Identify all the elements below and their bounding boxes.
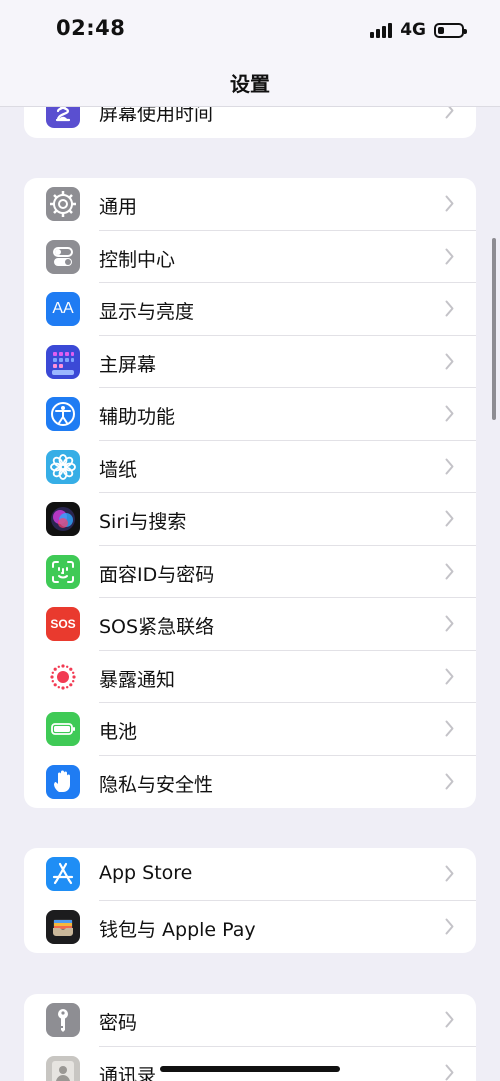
chevron-right-icon [445, 1064, 454, 1080]
settings-row-wallet[interactable]: 钱包与 Apple Pay [24, 901, 476, 954]
home-indicator[interactable] [160, 1066, 340, 1072]
chevron-right-icon [445, 865, 454, 882]
settings-row-label: 辅助功能 [99, 406, 176, 428]
chevron-right-icon [445, 668, 454, 684]
settings-row-label: 密码 [99, 1012, 138, 1034]
exposure-icon [46, 659, 80, 694]
status-indicators: 4G [370, 19, 467, 41]
settings-row-label: 通讯录 [99, 1064, 157, 1081]
accessibility-icon [46, 397, 80, 431]
toggles-icon [46, 239, 80, 274]
settings-row-emergency-sos[interactable]: SOS SOS紧急联络 [24, 598, 476, 651]
key-icon [46, 1003, 80, 1037]
settings-row-accessibility[interactable]: 辅助功能 [24, 388, 476, 441]
network-label: 4G [400, 20, 426, 40]
settings-row-label: 通用 [99, 196, 138, 218]
gear-icon [46, 187, 80, 221]
chevron-right-icon [445, 195, 454, 212]
settings-row-label: 面容ID与密码 [99, 563, 215, 586]
chevron-right-icon [445, 563, 454, 579]
flower-icon [46, 449, 80, 484]
chevron-right-icon [445, 918, 454, 934]
signal-icon [370, 22, 393, 38]
settings-row-passwords[interactable]: 密码 [24, 994, 476, 1047]
wallet-icon [46, 909, 80, 944]
settings-row-control-center[interactable]: 控制中心 [24, 231, 476, 283]
chevron-right-icon [445, 720, 454, 737]
navigation-bar: 设置 [0, 60, 500, 107]
settings-row-label: 主屏幕 [99, 353, 157, 376]
settings-row-exposure-notifications[interactable]: 暴露通知 [24, 651, 476, 703]
chevron-right-icon [445, 300, 454, 317]
settings-row-display[interactable]: AA 显示与亮度 [24, 283, 476, 336]
settings-row-contacts[interactable]: 通讯录 [24, 1047, 476, 1081]
settings-row-general[interactable]: 通用 [24, 178, 476, 231]
chevron-right-icon [445, 1011, 454, 1028]
face-id-icon [46, 554, 80, 589]
settings-row-label: SOS紧急联络 [99, 616, 215, 638]
settings-row-label: 暴露通知 [99, 668, 176, 691]
settings-row-label: 控制中心 [99, 248, 176, 271]
settings-row-siri[interactable]: Siri与搜索 [24, 493, 476, 546]
settings-row-label: 电池 [99, 721, 138, 743]
status-bar: 02:48 4G [0, 0, 500, 60]
home-grid-icon [46, 344, 80, 379]
chevron-right-icon [445, 405, 454, 422]
hand-icon [46, 764, 80, 799]
chevron-right-icon [445, 458, 454, 474]
settings-row-label: App Store [99, 862, 193, 884]
settings-row-wallpaper[interactable]: 墙纸 [24, 441, 476, 493]
battery-status-icon [434, 22, 467, 38]
sos-icon-glyph: SOS [50, 617, 76, 631]
chevron-right-icon [445, 248, 454, 264]
settings-row-label: Siri与搜索 [99, 511, 187, 533]
settings-row-app-store[interactable]: App Store [24, 848, 476, 901]
battery-icon [46, 712, 80, 746]
chevron-right-icon [445, 615, 454, 632]
settings-row-label: 显示与亮度 [99, 301, 195, 323]
settings-row-privacy[interactable]: 隐私与安全性 [24, 756, 476, 809]
page-title: 设置 [230, 72, 270, 96]
settings-group-general: 通用 控制中心 AA 显示与亮度 主屏幕 辅助功能 墙纸 Siri与搜索 面容I… [24, 178, 476, 808]
text-size-icon-glyph: AA [52, 300, 74, 317]
settings-row-label: 墙纸 [99, 458, 138, 481]
settings-row-home-screen[interactable]: 主屏幕 [24, 336, 476, 388]
text-size-icon: AA [46, 292, 80, 326]
settings-row-label: 隐私与安全性 [99, 773, 214, 796]
contacts-icon [46, 1055, 80, 1081]
chevron-right-icon [445, 510, 454, 527]
chevron-right-icon [445, 353, 454, 369]
app-store-icon [46, 857, 80, 891]
status-time: 02:48 [56, 16, 126, 40]
siri-icon [46, 502, 80, 536]
settings-group-store: App Store 钱包与 Apple Pay [24, 848, 476, 953]
chevron-right-icon [445, 773, 454, 789]
battery-level-fill [438, 26, 444, 34]
settings-row-battery[interactable]: 电池 [24, 703, 476, 756]
sos-icon: SOS [46, 607, 80, 641]
settings-row-face-id[interactable]: 面容ID与密码 [24, 546, 476, 598]
settings-row-label: 钱包与 Apple Pay [99, 918, 256, 941]
scrollbar[interactable] [492, 238, 496, 420]
